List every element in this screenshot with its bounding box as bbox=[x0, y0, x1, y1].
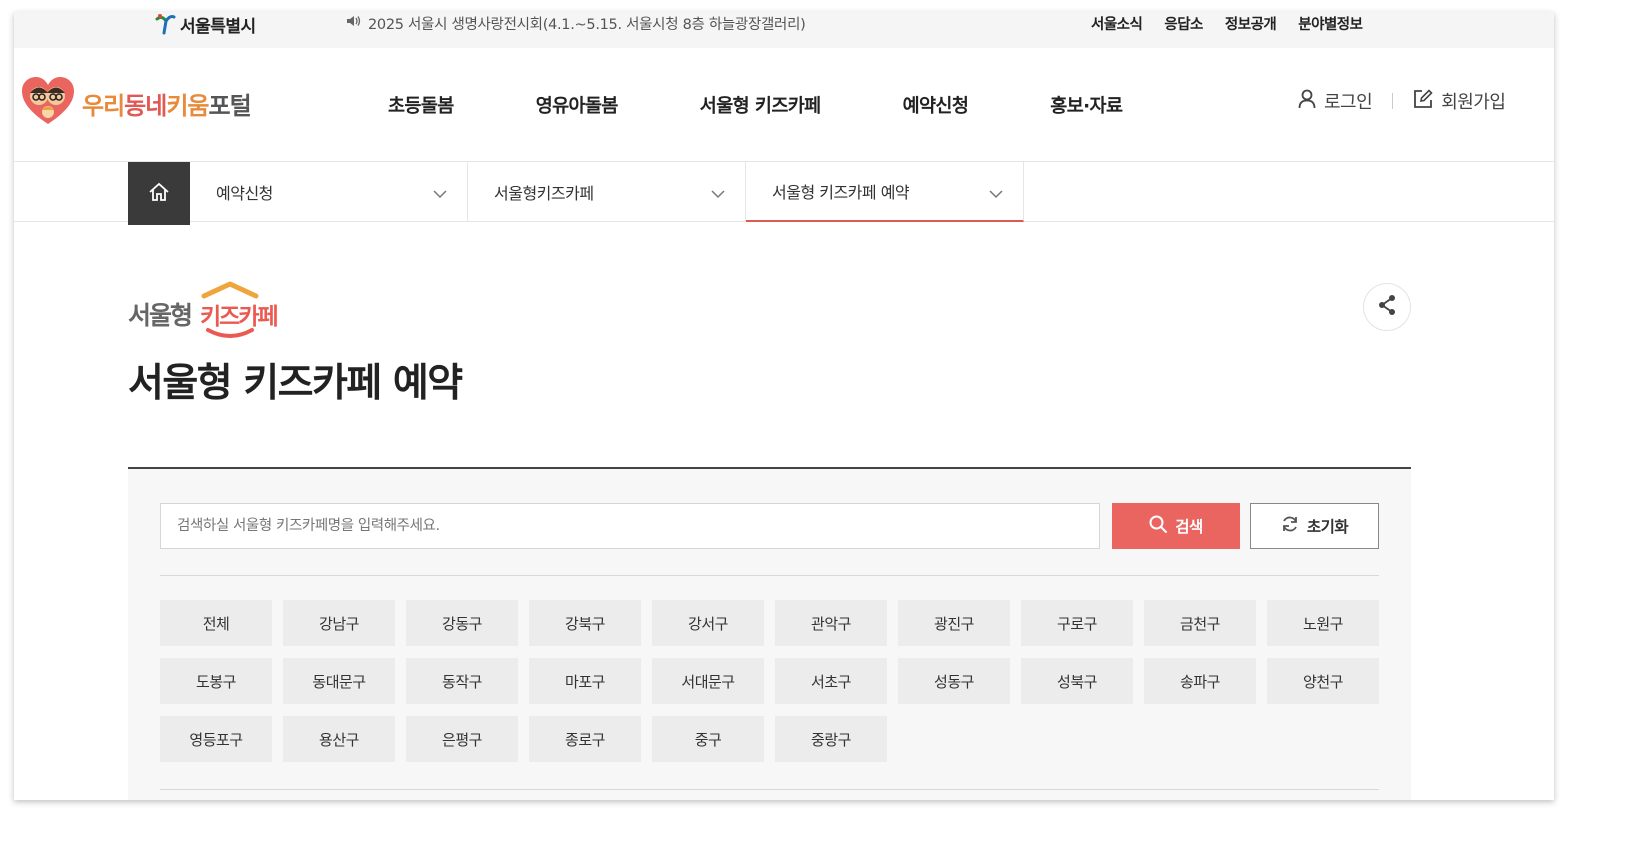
brand-text-1: 우리 bbox=[82, 91, 125, 120]
member-menu: 로그인 회원가입 bbox=[1298, 88, 1506, 114]
district-dobong[interactable]: 도봉구 bbox=[160, 658, 272, 704]
breadcrumb: 예약신청 서울형키즈카페 서울형 키즈카페 예약 bbox=[14, 162, 1554, 225]
district-divider bbox=[160, 789, 1379, 790]
search-icon bbox=[1149, 515, 1168, 537]
site-header: 우리동네키움포털 초등돌봄 영유아돌봄 서울형 키즈카페 예약신청 홍보·자료 … bbox=[14, 48, 1554, 162]
portal-logo[interactable]: 우리동네키움포털 bbox=[20, 76, 252, 130]
speaker-icon bbox=[346, 15, 362, 31]
district-yeongdeungpo[interactable]: 영등포구 bbox=[160, 716, 272, 762]
brand-text-3: 키움 bbox=[166, 91, 209, 120]
nav-kids-cafe[interactable]: 서울형 키즈카페 bbox=[700, 92, 821, 118]
seoul-city-logo[interactable]: 서울특별시 bbox=[154, 12, 256, 37]
breadcrumb-level1-label: 예약신청 bbox=[216, 184, 273, 203]
district-dongdaemun[interactable]: 동대문구 bbox=[283, 658, 395, 704]
notice-text: 2025 서울시 생명사랑전시회(4.1.~5.15. 서울시청 8층 하늘광장… bbox=[368, 16, 806, 33]
home-button[interactable] bbox=[128, 162, 190, 225]
page-title: 서울형 키즈카페 예약 bbox=[128, 361, 463, 406]
district-dongjak[interactable]: 동작구 bbox=[406, 658, 518, 704]
edit-icon bbox=[1413, 88, 1433, 114]
district-seocho[interactable]: 서초구 bbox=[775, 658, 887, 704]
utility-links: 서울소식 응답소 정보공개 분야별정보 bbox=[1091, 12, 1363, 34]
district-songpa[interactable]: 송파구 bbox=[1144, 658, 1256, 704]
notice-ticker[interactable]: 2025 서울시 생명사랑전시회(4.1.~5.15. 서울시청 8층 하늘광장… bbox=[346, 12, 806, 34]
login-label: 로그인 bbox=[1324, 92, 1373, 113]
chevron-down-icon bbox=[989, 184, 1003, 203]
kids-cafe-logo-right: 키즈카페 bbox=[200, 304, 277, 330]
util-link-response[interactable]: 응답소 bbox=[1164, 13, 1203, 34]
util-link-field-info[interactable]: 분야별정보 bbox=[1298, 13, 1363, 34]
util-link-info-disclosure[interactable]: 정보공개 bbox=[1225, 13, 1277, 34]
nav-infant-care[interactable]: 영유아돌봄 bbox=[536, 92, 619, 118]
breadcrumb-level2[interactable]: 서울형키즈카페 bbox=[468, 162, 746, 222]
refresh-icon bbox=[1281, 515, 1299, 537]
district-yongsan[interactable]: 용산구 bbox=[283, 716, 395, 762]
district-seodaemun[interactable]: 서대문구 bbox=[652, 658, 764, 704]
district-eunpyeong[interactable]: 은평구 bbox=[406, 716, 518, 762]
share-button[interactable] bbox=[1363, 283, 1411, 331]
chevron-down-icon bbox=[711, 184, 725, 203]
user-icon bbox=[1298, 89, 1316, 114]
district-gangseo[interactable]: 강서구 bbox=[652, 600, 764, 646]
nav-reservation[interactable]: 예약신청 bbox=[903, 92, 969, 118]
district-all[interactable]: 전체 bbox=[160, 600, 272, 646]
signup-button[interactable]: 회원가입 bbox=[1413, 88, 1506, 114]
util-link-news[interactable]: 서울소식 bbox=[1091, 13, 1143, 34]
family-heart-icon bbox=[20, 76, 76, 130]
district-gangdong[interactable]: 강동구 bbox=[406, 600, 518, 646]
district-mapo[interactable]: 마포구 bbox=[529, 658, 641, 704]
main-nav: 초등돌봄 영유아돌봄 서울형 키즈카페 예약신청 홍보·자료 bbox=[388, 92, 1204, 118]
seoul-logo-text: 서울특별시 bbox=[180, 16, 256, 37]
browser-frame: 서울특별시 2025 서울시 생명사랑전시회(4.1.~5.15. 서울시청 8… bbox=[14, 12, 1554, 800]
brand-text-4: 포털 bbox=[208, 91, 252, 120]
breadcrumb-level3[interactable]: 서울형 키즈카페 예약 bbox=[746, 162, 1024, 222]
search-button-label: 검색 bbox=[1175, 518, 1203, 536]
district-jungnang[interactable]: 중랑구 bbox=[775, 716, 887, 762]
district-gangbuk[interactable]: 강북구 bbox=[529, 600, 641, 646]
nav-promotion[interactable]: 홍보·자료 bbox=[1050, 92, 1123, 118]
district-jung[interactable]: 중구 bbox=[652, 716, 764, 762]
breadcrumb-level1[interactable]: 예약신청 bbox=[190, 162, 468, 222]
district-seongdong[interactable]: 성동구 bbox=[898, 658, 1010, 704]
utility-bar: 서울특별시 2025 서울시 생명사랑전시회(4.1.~5.15. 서울시청 8… bbox=[14, 12, 1554, 48]
district-yangcheon[interactable]: 양천구 bbox=[1267, 658, 1379, 704]
kids-cafe-logo-left: 서울형 bbox=[128, 301, 191, 330]
district-filter: 전체 강남구 강동구 강북구 강서구 관악구 광진구 구로구 금천구 노원구 도… bbox=[160, 600, 1390, 762]
district-guro[interactable]: 구로구 bbox=[1021, 600, 1133, 646]
home-icon bbox=[148, 182, 170, 206]
breadcrumb-level2-label: 서울형키즈카페 bbox=[494, 184, 594, 203]
reset-button[interactable]: 초기화 bbox=[1250, 503, 1379, 549]
search-divider bbox=[160, 575, 1379, 576]
seoul-logo-icon bbox=[154, 13, 176, 35]
brand-text-2: 동네 bbox=[124, 91, 167, 120]
signup-label: 회원가입 bbox=[1441, 92, 1506, 113]
login-button[interactable]: 로그인 bbox=[1298, 88, 1373, 114]
district-nowon[interactable]: 노원구 bbox=[1267, 600, 1379, 646]
district-seongbuk[interactable]: 성북구 bbox=[1021, 658, 1133, 704]
search-panel: 검색 초기화 전체 강남구 강동구 강북구 강서구 관악구 광진구 구로구 bbox=[128, 467, 1411, 800]
kids-cafe-logo: 서울형 키즈카페 bbox=[128, 278, 292, 346]
share-icon bbox=[1377, 294, 1397, 320]
chevron-down-icon bbox=[433, 184, 447, 203]
breadcrumb-level3-label: 서울형 키즈카페 예약 bbox=[772, 183, 910, 202]
search-input[interactable] bbox=[160, 503, 1100, 549]
reset-button-label: 초기화 bbox=[1306, 518, 1349, 536]
nav-elementary-care[interactable]: 초등돌봄 bbox=[388, 92, 454, 118]
district-gwangjin[interactable]: 광진구 bbox=[898, 600, 1010, 646]
district-gwanak[interactable]: 관악구 bbox=[775, 600, 887, 646]
search-button[interactable]: 검색 bbox=[1112, 503, 1240, 549]
district-jongno[interactable]: 종로구 bbox=[529, 716, 641, 762]
district-geumcheon[interactable]: 금천구 bbox=[1144, 600, 1256, 646]
member-divider bbox=[1392, 93, 1394, 109]
district-gangnam[interactable]: 강남구 bbox=[283, 600, 395, 646]
